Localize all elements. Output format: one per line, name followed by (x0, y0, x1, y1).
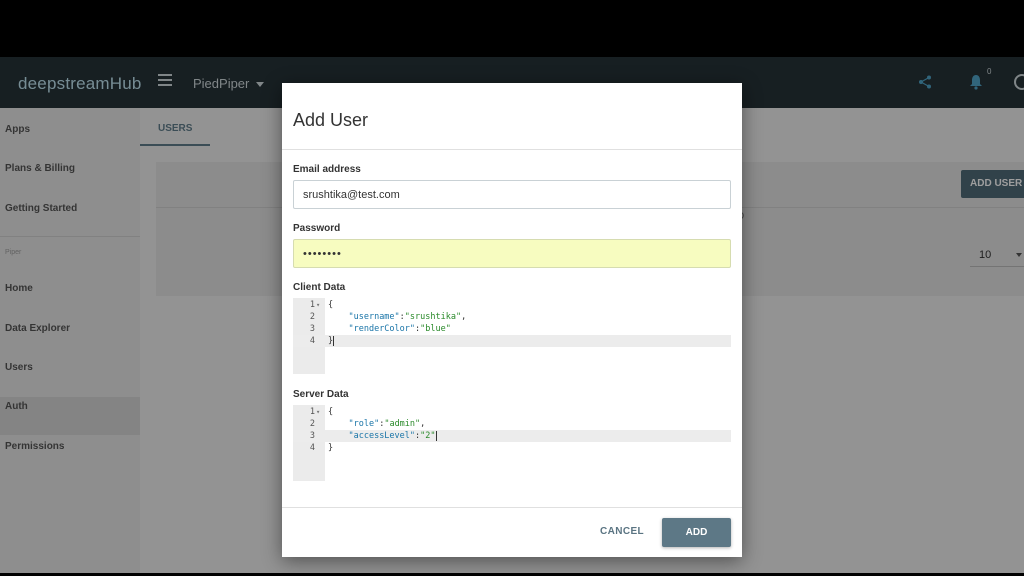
email-field[interactable]: srushtika@test.com (293, 180, 731, 209)
add-user-dialog: Add User Email address srushtika@test.co… (282, 83, 742, 557)
dialog-title: Add User (293, 110, 369, 130)
app-screen: deepstreamHub PiedPiper 0 Apps Plans & B… (0, 57, 1024, 573)
code-line: 2 "role":"admin", (309, 419, 426, 429)
password-field[interactable]: •••••••• (293, 239, 731, 268)
code-line: 2 "username":"srushtika", (309, 312, 467, 322)
code-line-active: 4 } (293, 335, 731, 347)
client-data-label: Client Data (293, 282, 346, 293)
text-cursor (333, 335, 335, 346)
fold-arrow-icon[interactable]: ▾ (316, 299, 320, 311)
password-label: Password (293, 223, 341, 234)
email-label: Email address (293, 164, 361, 175)
code-line: 1 ▾ { (309, 299, 334, 311)
dialog-header-divider (282, 149, 742, 150)
code-line: 4 } (309, 443, 334, 453)
server-data-label: Server Data (293, 389, 349, 400)
fold-arrow-icon[interactable]: ▾ (316, 406, 320, 418)
code-line: 1 ▾ { (309, 406, 334, 418)
dialog-footer-divider (282, 507, 742, 508)
code-line: 3 "renderColor":"blue" (309, 324, 451, 334)
code-line-active: 3 "accessLevel":"2" (293, 430, 731, 442)
client-data-editor[interactable]: 1 ▾ { 2 "username":"srushtika", 3 "render… (293, 298, 731, 374)
text-cursor (435, 430, 437, 441)
add-button[interactable]: ADD (662, 518, 731, 547)
cancel-button[interactable]: CANCEL (600, 526, 644, 537)
server-data-editor[interactable]: 1 ▾ { 2 "role":"admin", 3 "accessLevel":"… (293, 405, 731, 481)
